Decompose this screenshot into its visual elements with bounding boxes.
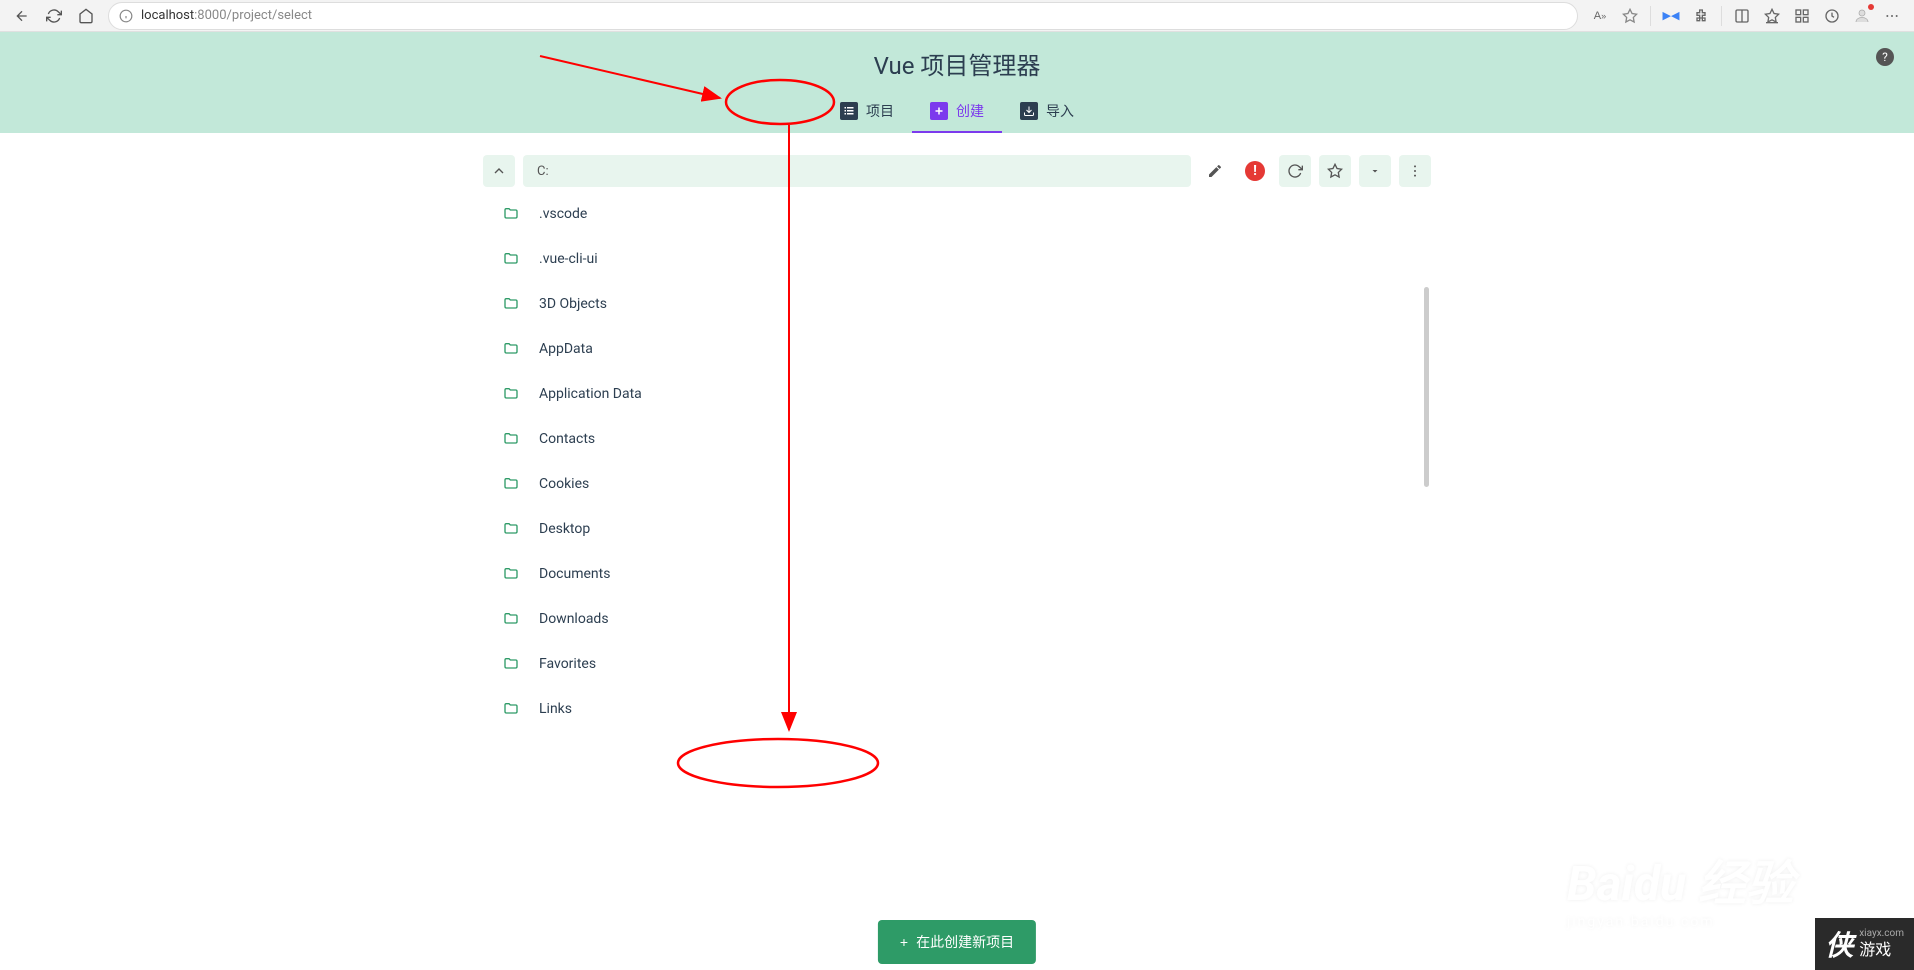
- folder-row[interactable]: Application Data: [483, 371, 1431, 416]
- path-input[interactable]: C:: [523, 155, 1191, 187]
- folder-row[interactable]: AppData: [483, 326, 1431, 371]
- back-button[interactable]: [8, 2, 36, 30]
- star-button[interactable]: [1616, 2, 1644, 30]
- tab-projects[interactable]: 项目: [822, 91, 912, 133]
- watermark-baidu: Baidu 经验 jingyan.baidu.com: [1567, 844, 1794, 930]
- more-options-button[interactable]: [1399, 155, 1431, 187]
- folder-name: Downloads: [539, 611, 609, 627]
- watermark-xiayx: 侠 xiayx.com 游戏: [1815, 918, 1914, 970]
- profile-button[interactable]: [1848, 2, 1876, 30]
- folder-row[interactable]: 3D Objects: [483, 281, 1431, 326]
- browser-chrome: localhost:8000/project/select A» ▶◀: [0, 0, 1914, 32]
- folder-name: .vue-cli-ui: [539, 251, 598, 267]
- tab-label: 导入: [1046, 101, 1074, 121]
- favorite-folder-button[interactable]: [1319, 155, 1351, 187]
- folder-row[interactable]: .vue-cli-ui: [483, 236, 1431, 281]
- import-icon: [1020, 102, 1038, 120]
- folder-name: Desktop: [539, 521, 590, 537]
- folder-row[interactable]: Favorites: [483, 641, 1431, 686]
- vue-header: Vue 项目管理器 项目 创建 导入 ?: [0, 32, 1914, 133]
- url-text: localhost:8000/project/select: [141, 8, 312, 23]
- path-toolbar: C: !: [483, 155, 1431, 187]
- page-title: Vue 项目管理器: [0, 46, 1914, 81]
- collections-button[interactable]: [1788, 2, 1816, 30]
- folder-name: Contacts: [539, 431, 595, 447]
- folder-area: .vscode .vue-cli-ui 3D Objects AppData Appli…: [483, 187, 1431, 737]
- create-project-button[interactable]: + 在此创建新项目: [878, 920, 1036, 964]
- extensions-button[interactable]: [1687, 2, 1715, 30]
- help-button[interactable]: ?: [1876, 48, 1894, 66]
- folder-row[interactable]: Local Settings: [483, 731, 1431, 737]
- watermark-baidu-sub: jingyan.baidu.com: [1567, 914, 1794, 930]
- add-box-icon: [930, 102, 948, 120]
- tab-label: 项目: [866, 101, 894, 121]
- vue-tabs: 项目 创建 导入: [0, 91, 1914, 133]
- folder-name: Links: [539, 701, 572, 717]
- list-icon: [840, 102, 858, 120]
- info-icon: [119, 9, 133, 23]
- folder-name: Documents: [539, 566, 610, 582]
- path-actions: !: [1199, 155, 1431, 187]
- split-button[interactable]: [1728, 2, 1756, 30]
- folder-name: Favorites: [539, 656, 596, 672]
- folder-name: AppData: [539, 341, 593, 357]
- scrollbar[interactable]: [1424, 287, 1429, 487]
- refresh-button[interactable]: [40, 2, 68, 30]
- home-button[interactable]: [72, 2, 100, 30]
- folder-row[interactable]: .vscode: [483, 191, 1431, 236]
- performance-button[interactable]: [1818, 2, 1846, 30]
- watermark-xiayx-logo: 侠: [1825, 924, 1853, 964]
- folder-name: 3D Objects: [539, 296, 607, 312]
- watermark-xiayx-name: 游戏: [1859, 940, 1904, 959]
- more-button[interactable]: [1878, 2, 1906, 30]
- folder-name: Cookies: [539, 476, 589, 492]
- folder-list: .vscode .vue-cli-ui 3D Objects AppData Appli…: [483, 187, 1431, 737]
- tab-create[interactable]: 创建: [912, 91, 1002, 133]
- folder-name: .vscode: [539, 206, 587, 222]
- favorites-button[interactable]: [1758, 2, 1786, 30]
- favorites-dropdown-button[interactable]: [1359, 155, 1391, 187]
- parent-folder-button[interactable]: [483, 155, 515, 187]
- plus-icon: +: [900, 934, 908, 950]
- folder-name: Application Data: [539, 386, 642, 402]
- edit-path-button[interactable]: [1199, 155, 1231, 187]
- folder-row[interactable]: Downloads: [483, 596, 1431, 641]
- tab-import[interactable]: 导入: [1002, 91, 1092, 133]
- folder-row[interactable]: Links: [483, 686, 1431, 731]
- folder-row[interactable]: Contacts: [483, 416, 1431, 461]
- tab-label: 创建: [956, 101, 984, 121]
- path-value: C:: [537, 164, 549, 179]
- alert-icon[interactable]: !: [1245, 161, 1265, 181]
- folder-row[interactable]: Desktop: [483, 506, 1431, 551]
- refresh-folder-button[interactable]: [1279, 155, 1311, 187]
- read-aloud-button[interactable]: A»: [1586, 2, 1614, 30]
- folder-row[interactable]: Cookies: [483, 461, 1431, 506]
- watermark-baidu-main: Baidu 经验: [1567, 844, 1794, 914]
- url-bar[interactable]: localhost:8000/project/select: [108, 2, 1578, 30]
- chrome-right-actions: A» ▶◀: [1586, 2, 1906, 30]
- folder-row[interactable]: Documents: [483, 551, 1431, 596]
- watermark-xiayx-url: xiayx.com: [1859, 928, 1904, 940]
- create-button-label: 在此创建新项目: [916, 932, 1014, 952]
- tab-actions-button[interactable]: ▶◀: [1657, 2, 1685, 30]
